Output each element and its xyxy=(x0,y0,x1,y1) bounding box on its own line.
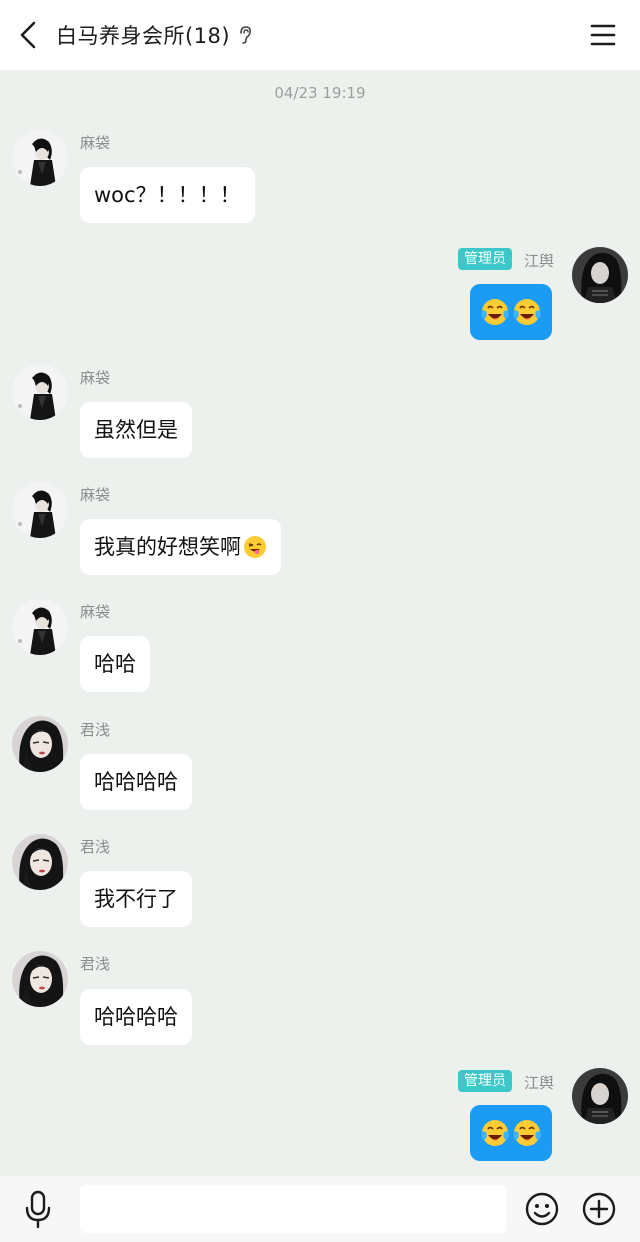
admin-badge: 管理员 xyxy=(458,248,512,270)
avatar[interactable] xyxy=(12,482,68,538)
message-bubble[interactable]: 哈哈 xyxy=(80,636,150,692)
crying-laughing-emoji-icon xyxy=(480,1118,510,1148)
avatar[interactable] xyxy=(12,716,68,772)
message-bubble[interactable]: 哈哈哈哈 xyxy=(80,989,192,1045)
group-title: 白马养身会所(18) xyxy=(56,24,231,48)
avatar[interactable] xyxy=(572,1068,628,1124)
message-bubble[interactable]: woc？！！！！ xyxy=(80,167,255,223)
message-text: 我真的好想笑啊 xyxy=(94,535,241,559)
sender-name: 君浅 xyxy=(80,955,111,973)
message-bubble[interactable]: 哈哈哈哈 xyxy=(80,754,192,810)
hamburger-menu-icon[interactable] xyxy=(590,22,616,48)
sender-name: 麻袋 xyxy=(80,369,111,387)
chevron-left-icon[interactable] xyxy=(14,19,42,51)
avatar[interactable] xyxy=(12,364,68,420)
message-bubble[interactable]: 虽然但是 xyxy=(80,402,192,458)
message-input[interactable] xyxy=(80,1185,506,1233)
tongue-wink-emoji-icon xyxy=(243,535,267,559)
sender-name: 君浅 xyxy=(80,721,111,739)
avatar[interactable] xyxy=(572,247,628,303)
sender-name: 麻袋 xyxy=(80,134,111,152)
message-timestamp: 04/23 19:19 xyxy=(274,84,366,102)
admin-badge: 管理员 xyxy=(458,1070,512,1092)
sender-name: 江舆 xyxy=(524,1074,555,1092)
chat-header: 白马养身会所(18) xyxy=(0,0,640,70)
avatar[interactable] xyxy=(12,130,68,186)
smiley-icon[interactable] xyxy=(525,1192,559,1226)
plus-circle-icon[interactable] xyxy=(582,1192,616,1226)
message-bubble[interactable]: 我真的好想笑啊 xyxy=(80,519,281,575)
crying-laughing-emoji-icon xyxy=(480,297,510,327)
ear-icon xyxy=(238,24,256,46)
sender-name: 江舆 xyxy=(524,252,555,270)
avatar[interactable] xyxy=(12,951,68,1007)
crying-laughing-emoji-icon xyxy=(512,297,542,327)
avatar[interactable] xyxy=(12,599,68,655)
message-bubble[interactable] xyxy=(470,284,552,340)
microphone-icon[interactable] xyxy=(24,1189,52,1229)
message-bubble[interactable]: 我不行了 xyxy=(80,871,192,927)
crying-laughing-emoji-icon xyxy=(512,1118,542,1148)
input-bar xyxy=(0,1176,640,1242)
sender-name: 麻袋 xyxy=(80,603,111,621)
sender-name: 君浅 xyxy=(80,838,111,856)
avatar[interactable] xyxy=(12,834,68,890)
message-bubble[interactable] xyxy=(470,1105,552,1161)
chat-title-group[interactable]: 白马养身会所(18) xyxy=(56,0,256,70)
sender-name: 麻袋 xyxy=(80,486,111,504)
